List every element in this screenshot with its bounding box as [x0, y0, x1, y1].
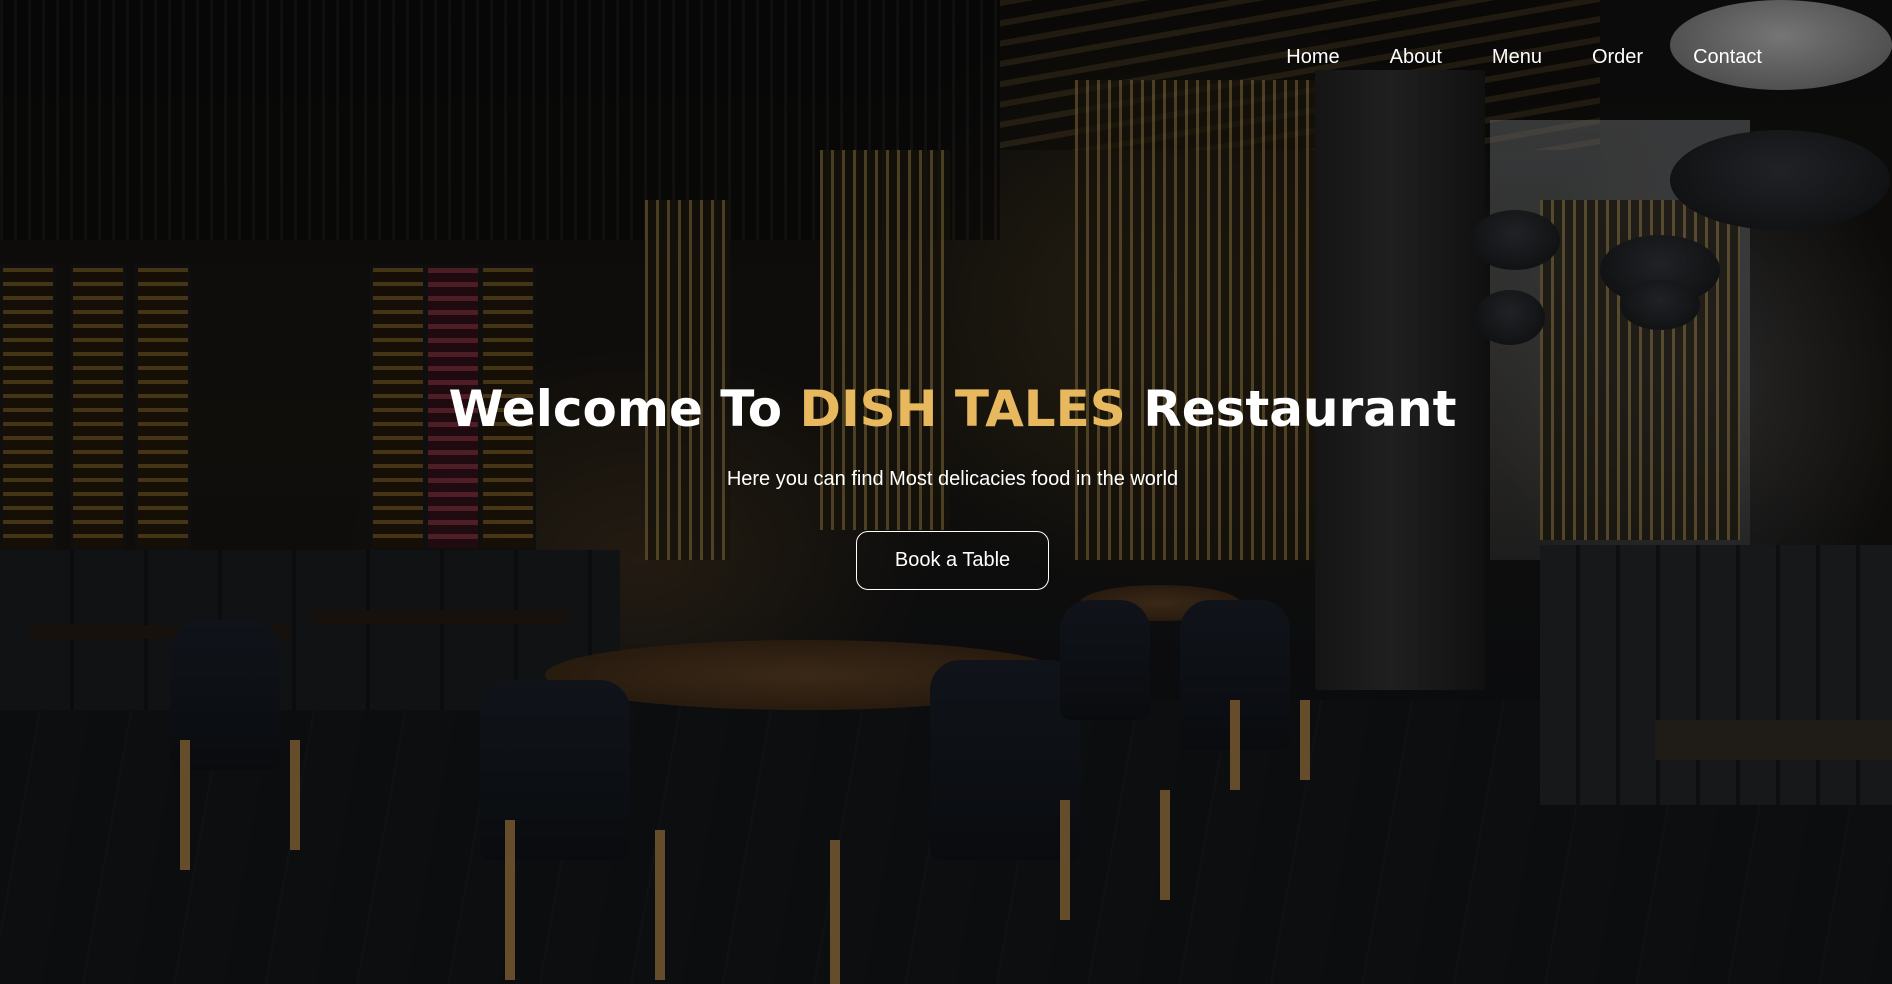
hero-title-prefix: Welcome To — [448, 380, 800, 438]
hero-content: Welcome To DISH TALES Restaurant Here yo… — [0, 380, 1892, 590]
nav-link-order[interactable]: Order — [1592, 46, 1643, 69]
hero-section: Home About Menu Order Contact Welcome To… — [0, 0, 1892, 984]
nav-link-home[interactable]: Home — [1286, 46, 1339, 69]
main-navigation: Home About Menu Order Contact — [1286, 46, 1762, 69]
hero-title-brand: DISH TALES — [799, 380, 1126, 438]
book-table-button[interactable]: Book a Table — [855, 531, 1050, 590]
hero-title: Welcome To DISH TALES Restaurant — [0, 380, 1892, 438]
hero-title-suffix: Restaurant — [1125, 380, 1457, 438]
nav-link-about[interactable]: About — [1390, 46, 1442, 69]
nav-link-menu[interactable]: Menu — [1492, 46, 1542, 69]
hero-subtitle: Here you can find Most delicacies food i… — [726, 468, 1179, 490]
nav-link-contact[interactable]: Contact — [1693, 46, 1762, 69]
